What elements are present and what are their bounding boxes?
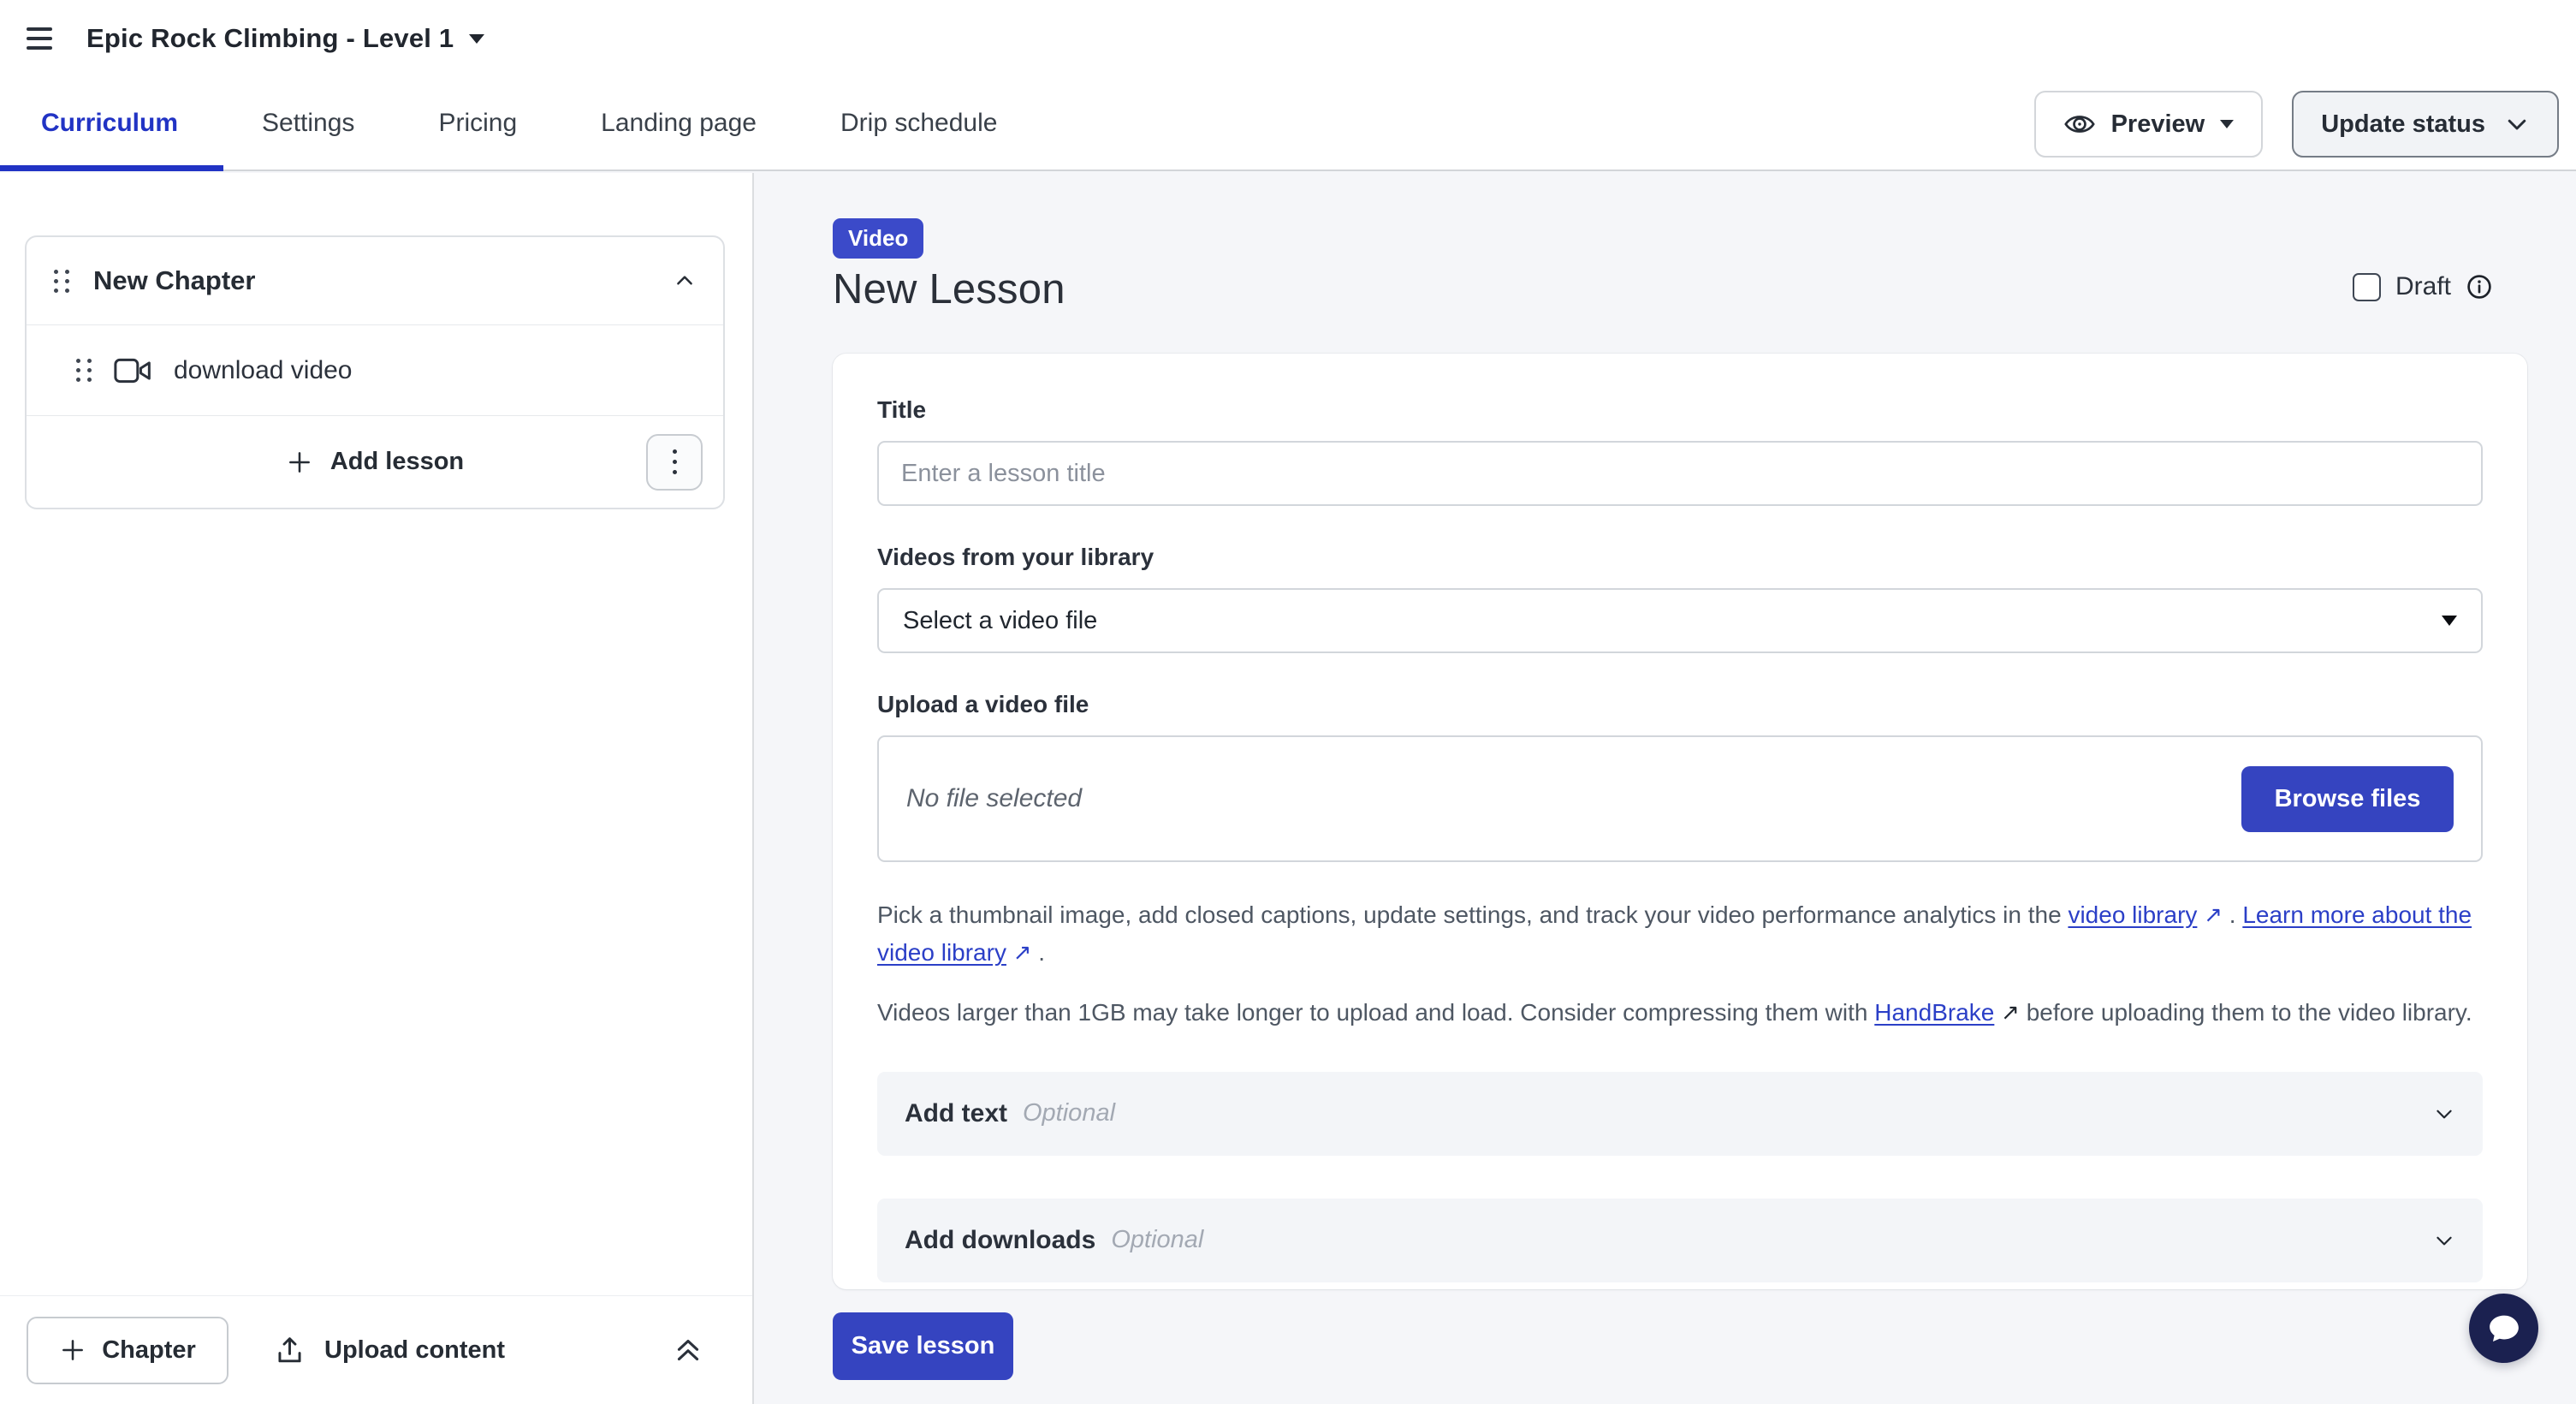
- lesson-type-badge: Video: [833, 218, 923, 259]
- title-field-label: Title: [877, 396, 2483, 424]
- chevron-down-icon: [2504, 111, 2530, 137]
- update-status-label: Update status: [2321, 110, 2485, 139]
- save-lesson-button[interactable]: Save lesson: [833, 1312, 1013, 1380]
- sidebar-footer: Chapter Upload content: [0, 1295, 752, 1404]
- add-lesson-button[interactable]: Add lesson: [286, 448, 464, 476]
- chapter-header[interactable]: New Chapter: [27, 237, 723, 325]
- lesson-title: download video: [174, 356, 353, 385]
- chevron-down-icon: [2433, 1103, 2455, 1125]
- preview-button[interactable]: Preview: [2034, 91, 2264, 158]
- video-library-link[interactable]: video library: [2068, 901, 2197, 928]
- no-file-text: No file selected: [906, 784, 1082, 813]
- chapter-menu-button[interactable]: [646, 434, 703, 491]
- external-link-icon: ↗: [1013, 935, 1032, 970]
- tab-settings[interactable]: Settings: [262, 109, 354, 138]
- select-caret-icon: [2442, 616, 2457, 626]
- update-status-button[interactable]: Update status: [2292, 91, 2559, 158]
- draft-label: Draft: [2395, 272, 2451, 301]
- tab-bar: Curriculum Settings Pricing Landing page…: [0, 77, 2576, 171]
- video-select[interactable]: Select a video file: [877, 588, 2483, 653]
- lesson-form-card: Title Videos from your library Select a …: [833, 354, 2527, 1289]
- help-text: Pick a thumbnail image, add closed capti…: [877, 901, 2068, 928]
- compression-help-text: Videos larger than 1GB may take longer t…: [877, 994, 2483, 1032]
- tab-curriculum[interactable]: Curriculum: [41, 109, 178, 138]
- plus-icon: [286, 449, 313, 476]
- handbrake-link[interactable]: HandBrake: [1874, 999, 1994, 1026]
- curriculum-sidebar: New Chapter download video Add lesson Ch…: [0, 173, 754, 1404]
- top-bar: Epic Rock Climbing - Level 1: [0, 0, 2576, 77]
- preview-label: Preview: [2111, 110, 2205, 139]
- add-lesson-row: Add lesson: [27, 416, 723, 508]
- collapse-all-button[interactable]: [673, 1335, 703, 1365]
- upload-icon: [274, 1335, 306, 1366]
- preview-caret-icon: [2220, 120, 2234, 128]
- chevron-down-icon: [2433, 1229, 2455, 1252]
- lesson-header: Video New Lesson Draft: [833, 218, 2527, 313]
- tab-actions: Preview Update status: [2034, 91, 2559, 158]
- help-text: .: [2223, 901, 2242, 928]
- main-panel: Video New Lesson Draft Title Videos from…: [756, 173, 2576, 1404]
- file-upload-dropzone[interactable]: No file selected Browse files: [877, 735, 2483, 862]
- tab-drip-schedule[interactable]: Drip schedule: [840, 109, 997, 138]
- eye-icon: [2063, 108, 2096, 140]
- kebab-icon: [673, 449, 677, 474]
- external-link-icon: ↗: [2204, 897, 2223, 932]
- lesson-title-input[interactable]: [877, 441, 2483, 506]
- upload-content-button[interactable]: Upload content: [274, 1335, 505, 1366]
- double-chevron-up-icon: [673, 1335, 703, 1365]
- video-camera-icon: [114, 357, 151, 384]
- course-title[interactable]: Epic Rock Climbing - Level 1: [86, 23, 454, 54]
- hamburger-menu-icon[interactable]: [27, 27, 56, 50]
- chapter-title: New Chapter: [93, 265, 255, 296]
- add-downloads-label: Add downloads: [905, 1226, 1095, 1255]
- optional-label: Optional: [1023, 1099, 1115, 1127]
- add-downloads-accordion[interactable]: Add downloads Optional: [877, 1199, 2483, 1282]
- draft-checkbox[interactable]: [2353, 273, 2381, 301]
- video-select-value: Select a video file: [903, 607, 1097, 635]
- help-text: Videos larger than 1GB may take longer t…: [877, 999, 1874, 1026]
- help-text: .: [1032, 939, 1046, 966]
- active-tab-underline: [0, 165, 223, 171]
- chat-bubble-icon: [2485, 1310, 2523, 1347]
- draft-toggle-group: Draft: [2353, 270, 2493, 304]
- help-text: before uploading them to the video libra…: [2020, 999, 2472, 1026]
- add-text-accordion[interactable]: Add text Optional: [877, 1072, 2483, 1156]
- page-title: New Lesson: [833, 265, 1065, 313]
- plus-icon: [59, 1336, 86, 1364]
- lesson-row[interactable]: download video: [27, 325, 723, 416]
- add-lesson-label: Add lesson: [330, 448, 464, 476]
- tab-landing-page[interactable]: Landing page: [601, 109, 757, 138]
- upload-content-label: Upload content: [324, 1336, 505, 1365]
- add-chapter-button[interactable]: Chapter: [27, 1317, 229, 1384]
- upload-field-label: Upload a video file: [877, 691, 2483, 718]
- library-field-label: Videos from your library: [877, 544, 2483, 571]
- external-link-icon: ↗: [2001, 995, 2020, 1030]
- course-dropdown-caret-icon[interactable]: [469, 34, 484, 44]
- info-icon[interactable]: [2466, 273, 2493, 300]
- add-text-label: Add text: [905, 1099, 1007, 1128]
- drag-handle-icon[interactable]: [76, 359, 92, 382]
- add-chapter-label: Chapter: [102, 1336, 196, 1365]
- optional-label: Optional: [1111, 1226, 1203, 1254]
- chevron-up-icon[interactable]: [674, 270, 696, 292]
- chapter-card: New Chapter download video Add lesson: [25, 235, 725, 509]
- tab-pricing[interactable]: Pricing: [438, 109, 517, 138]
- browse-files-button[interactable]: Browse files: [2241, 766, 2454, 832]
- video-library-help-text: Pick a thumbnail image, add closed capti…: [877, 896, 2483, 972]
- chat-widget-button[interactable]: [2469, 1294, 2538, 1363]
- drag-handle-icon[interactable]: [54, 270, 69, 293]
